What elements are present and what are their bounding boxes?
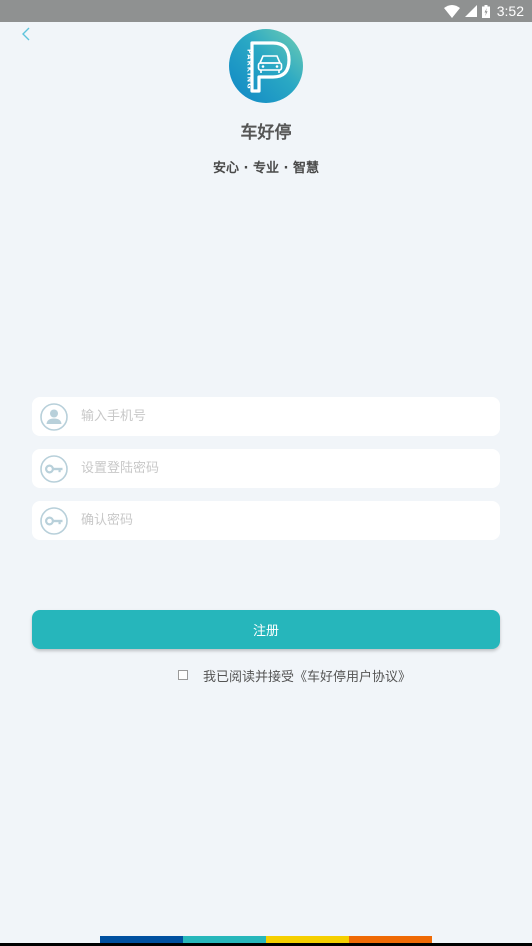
status-time: 3:52 <box>496 3 524 19</box>
user-agreement-link[interactable]: 《车好停用户协议》 <box>294 670 411 685</box>
strip-segment-teal <box>183 936 266 943</box>
back-button[interactable] <box>16 25 36 45</box>
brand-color-strip <box>100 936 432 943</box>
phone-field[interactable] <box>32 397 500 436</box>
app-slogan: 安心 · 专业 · 智慧 <box>213 161 319 176</box>
user-icon <box>39 402 69 432</box>
register-screen: 3:52 PARKING 车好停 安心 · 专业 · 智慧 输入手机号 注册 我… <box>0 0 532 946</box>
strip-segment-yellow <box>266 936 349 943</box>
key-icon <box>39 454 69 484</box>
cellular-signal-icon <box>464 5 477 17</box>
strip-segment-orange <box>349 936 432 943</box>
chevron-left-icon <box>21 26 31 45</box>
agreement-text: 我已阅读并接受《车好停用户协议》 <box>203 666 411 685</box>
password-field[interactable] <box>32 449 500 488</box>
agreement-prefix: 我已阅读并接受 <box>203 669 295 685</box>
confirm-password-field[interactable] <box>32 501 500 540</box>
agreement-checkbox[interactable] <box>178 670 188 680</box>
app-logo: PARKING <box>229 29 303 103</box>
status-bar: 3:52 <box>0 0 532 22</box>
phone-input[interactable] <box>81 397 500 436</box>
key-icon <box>39 506 69 536</box>
confirm-password-input[interactable] <box>81 501 500 540</box>
agreement-row: 我已阅读并接受《车好停用户协议》 <box>178 665 411 685</box>
logo-text: PARKING <box>246 49 254 90</box>
app-name: 车好停 <box>240 123 292 143</box>
wifi-icon <box>443 4 460 18</box>
battery-charging-icon <box>481 4 490 18</box>
strip-segment-blue <box>100 936 183 943</box>
register-button[interactable]: 注册 <box>32 610 500 649</box>
password-input[interactable] <box>81 449 500 488</box>
